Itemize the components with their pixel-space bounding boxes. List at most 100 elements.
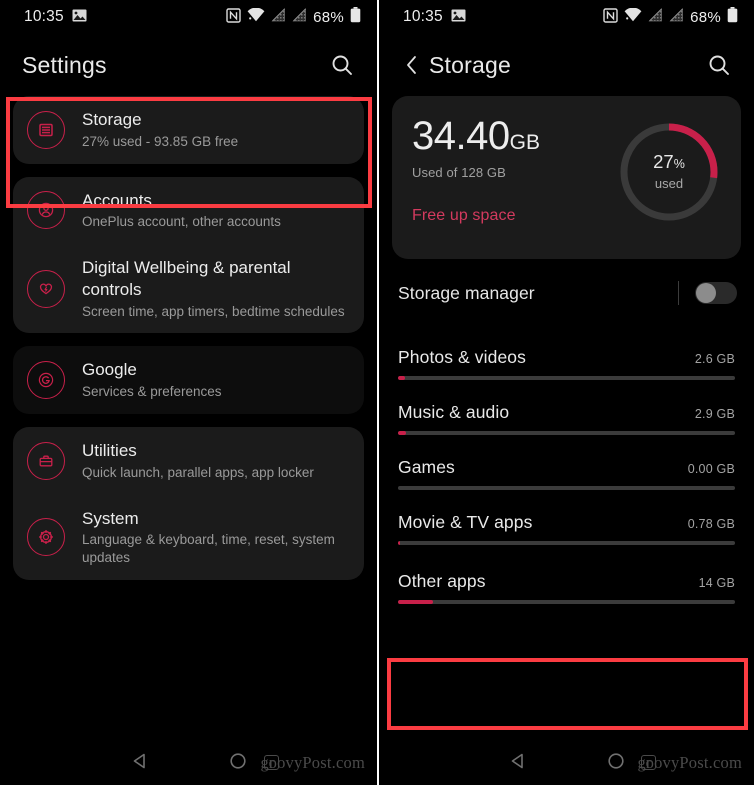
storage-category-movie-tv-apps[interactable]: Movie & TV apps 0.78 GB xyxy=(398,490,735,545)
status-time: 10:35 xyxy=(403,8,443,25)
sidebar-item-google[interactable]: Google Services & preferences xyxy=(13,346,364,414)
free-up-space-link[interactable]: Free up space xyxy=(412,207,617,225)
chevron-left-icon[interactable] xyxy=(401,50,423,80)
settings-screen: 10:35 68% Settings Storage 27% used - 93… xyxy=(0,0,377,785)
sidebar-item-system[interactable]: System Language & keyboard, time, reset,… xyxy=(13,495,364,580)
storage-category-other-apps[interactable]: Other apps 14 GB xyxy=(398,545,735,604)
nav-back-triangle-icon[interactable] xyxy=(505,748,531,774)
image-icon xyxy=(451,9,466,26)
storage-category-list: Photos & videos 2.6 GB Music & audio 2.9… xyxy=(379,325,754,604)
settings-group-system: Utilities Quick launch, parallel apps, a… xyxy=(13,427,364,580)
search-icon[interactable] xyxy=(704,50,734,80)
settings-group-google: Google Services & preferences xyxy=(13,346,364,414)
storage-donut-chart: 27% used xyxy=(617,120,721,224)
donut-caption: used xyxy=(654,175,684,191)
category-size: 0.00 GB xyxy=(687,462,735,476)
storage-header: Storage xyxy=(379,34,754,96)
toggle-knob xyxy=(696,283,716,303)
account-icon xyxy=(27,191,65,230)
settings-list: Storage 27% used - 93.85 GB free Account… xyxy=(0,96,377,580)
watermark-text-b: oovyPost.com xyxy=(268,753,365,772)
nfc-icon xyxy=(603,7,618,27)
groovypost-logo-icon xyxy=(640,755,656,770)
google-icon xyxy=(27,361,65,400)
sidebar-item-subtitle: OnePlus account, other accounts xyxy=(82,214,281,230)
status-bar-right: 10:35 68% xyxy=(379,0,754,34)
sidebar-item-subtitle: Quick launch, parallel apps, app locker xyxy=(82,464,314,480)
category-size: 2.6 GB xyxy=(694,352,735,366)
category-progress-fill xyxy=(398,600,434,604)
storage-category-music-audio[interactable]: Music & audio 2.9 GB xyxy=(398,380,735,435)
image-icon xyxy=(72,9,87,26)
donut-percent-symbol: % xyxy=(673,157,685,172)
watermark-left: groovyPost.com xyxy=(260,753,365,773)
utilities-toolbox-icon xyxy=(27,441,65,480)
category-name: Music & audio xyxy=(398,402,510,422)
storage-category-games[interactable]: Games 0.00 GB xyxy=(398,435,735,490)
status-bar-left: 10:35 68% xyxy=(0,0,377,34)
sidebar-item-accounts[interactable]: Accounts OnePlus account, other accounts xyxy=(13,177,364,245)
donut-percent-label: 27% xyxy=(653,153,685,172)
storage-manager-row[interactable]: Storage manager xyxy=(392,259,741,325)
signal-off-icon xyxy=(271,8,286,26)
donut-percent-value: 27 xyxy=(653,151,674,173)
category-name: Other apps xyxy=(398,571,486,591)
page-title: Settings xyxy=(22,51,107,78)
sidebar-item-label: Google xyxy=(82,360,137,380)
nav-home-circle-icon[interactable] xyxy=(225,748,251,774)
gear-icon xyxy=(27,518,65,557)
vertical-divider xyxy=(678,281,679,305)
battery-icon xyxy=(727,7,738,27)
signal-off-icon xyxy=(669,8,684,26)
signal-off-icon xyxy=(292,8,307,26)
heart-wellbeing-icon xyxy=(27,269,65,308)
category-name: Movie & TV apps xyxy=(398,512,533,532)
storage-summary-section: 34.40GB Used of 128 GB Free up space 27%… xyxy=(379,96,754,259)
sidebar-item-utilities[interactable]: Utilities Quick launch, parallel apps, a… xyxy=(13,427,364,495)
storage-screen: 10:35 68% Storage 34.40GB Used of 128 GB… xyxy=(377,0,754,785)
storage-summary-card: 34.40GB Used of 128 GB Free up space 27%… xyxy=(392,96,741,259)
sidebar-item-label: Digital Wellbeing & parental controls xyxy=(82,258,291,299)
storage-manager-label: Storage manager xyxy=(398,282,535,303)
sidebar-item-label: Accounts xyxy=(82,190,152,210)
storage-manager-toggle[interactable] xyxy=(695,282,737,304)
nav-back-triangle-icon[interactable] xyxy=(127,748,153,774)
watermark-text-b: oovyPost.com xyxy=(645,753,742,772)
category-progress-bar xyxy=(398,600,735,604)
battery-icon xyxy=(350,7,361,27)
settings-group-storage: Storage 27% used - 93.85 GB free xyxy=(13,96,364,164)
sidebar-item-subtitle: Language & keyboard, time, reset, system… xyxy=(82,532,335,566)
wifi-icon xyxy=(624,7,642,26)
nav-home-circle-icon[interactable] xyxy=(603,748,629,774)
sidebar-item-storage[interactable]: Storage 27% used - 93.85 GB free xyxy=(13,96,364,164)
category-name: Games xyxy=(398,457,455,477)
category-size: 14 GB xyxy=(698,576,735,590)
storage-total-label: Used of 128 GB xyxy=(412,165,506,180)
signal-off-icon xyxy=(648,8,663,26)
search-icon[interactable] xyxy=(327,50,357,80)
page-title: Storage xyxy=(429,51,511,78)
battery-percent: 68% xyxy=(690,8,721,26)
category-name: Photos & videos xyxy=(398,347,526,367)
storage-icon xyxy=(27,110,65,149)
sidebar-item-subtitle: 27% used - 93.85 GB free xyxy=(82,133,239,149)
storage-used-amount: 34.40GB xyxy=(412,116,617,156)
settings-header: Settings xyxy=(0,34,377,96)
status-time: 10:35 xyxy=(24,8,64,25)
category-size: 2.9 GB xyxy=(694,407,735,421)
sidebar-item-label: Utilities xyxy=(82,441,137,460)
battery-percent: 68% xyxy=(313,8,344,26)
sidebar-item-digital-wellbeing[interactable]: Digital Wellbeing & parental controls Sc… xyxy=(13,244,364,333)
storage-used-number: 34.40 xyxy=(412,114,510,158)
watermark-right: groovyPost.com xyxy=(637,753,742,773)
settings-group-accounts: Accounts OnePlus account, other accounts… xyxy=(13,176,364,334)
highlight-box-other-apps xyxy=(387,658,748,730)
storage-category-photos-videos[interactable]: Photos & videos 2.6 GB xyxy=(398,325,735,380)
nfc-icon xyxy=(226,7,241,27)
sidebar-item-subtitle: Screen time, app timers, bedtime schedul… xyxy=(82,303,345,319)
sidebar-item-label: Storage xyxy=(82,110,142,129)
wifi-icon xyxy=(247,7,265,26)
sidebar-item-subtitle: Services & preferences xyxy=(82,384,222,400)
storage-used-unit: GB xyxy=(509,131,540,154)
sidebar-item-label: System xyxy=(82,508,139,528)
